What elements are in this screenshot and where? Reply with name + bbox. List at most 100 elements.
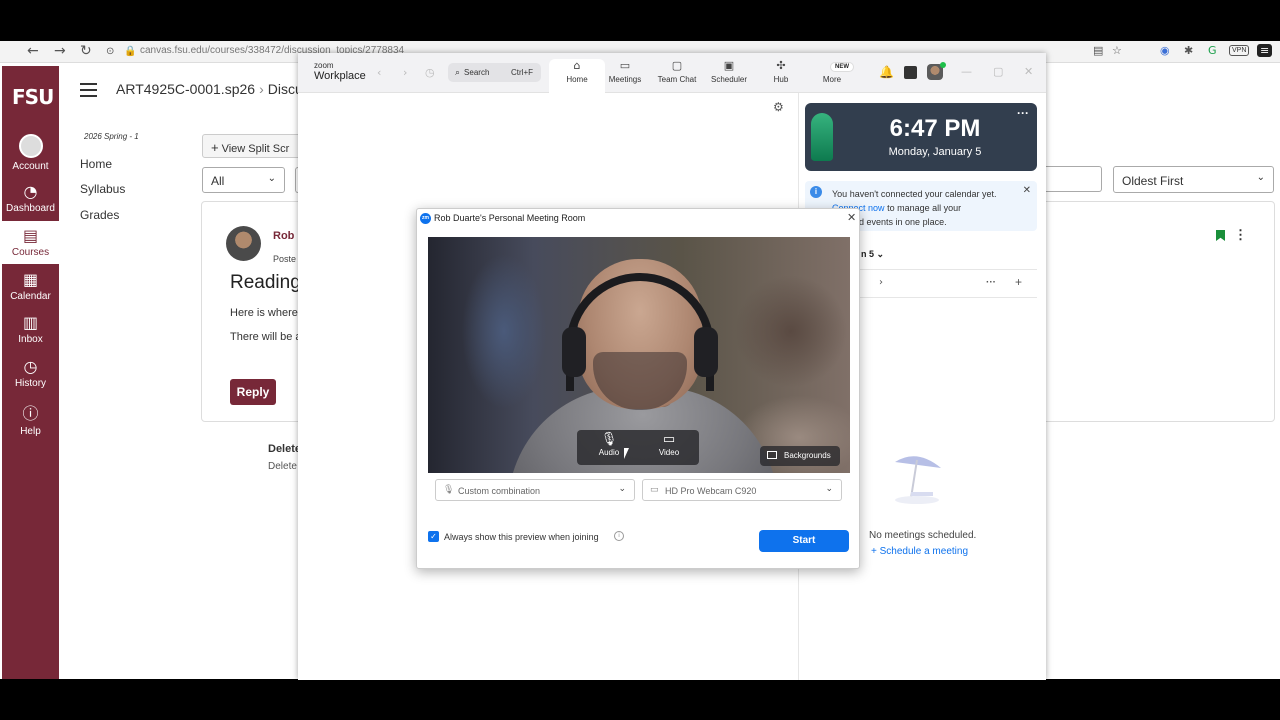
term-label: 2026 Spring - 1 [84,132,139,141]
start-button[interactable]: Start [759,530,849,552]
camera-select[interactable]: ▭ HD Pro Webcam C920 ⌄ [642,479,842,501]
account-avatar [18,134,43,158]
course-nav-grades[interactable]: Grades [80,208,119,222]
zoom-back-icon[interactable]: ‹ [377,66,381,79]
bookmark-star-icon[interactable]: ☆ [1112,44,1122,57]
zoom-search-input[interactable]: ⌕ Search Ctrl+F [448,63,541,82]
reader-icon[interactable]: ▤ [1093,44,1103,57]
zoom-forward-icon[interactable]: › [403,66,407,79]
author-avatar[interactable] [226,226,261,261]
nav-label: Help [20,426,41,437]
more-options-icon[interactable]: ··· [1017,106,1029,120]
zoom-history-icon[interactable]: ◷ [425,66,435,79]
presence-status-dot [940,62,946,68]
sort-value: Oldest First [1122,174,1184,188]
reply-button[interactable]: Reply [230,379,276,405]
inbox-icon: ▥ [22,313,39,332]
tab-meetings[interactable]: ▭ Meetings [597,59,653,93]
site-info-icon[interactable]: ⊙ [106,46,114,57]
tab-hub[interactable]: ✣ Hub [753,59,809,93]
vpn-badge[interactable]: VPN [1229,45,1250,56]
close-window-icon[interactable]: ✕ [1024,65,1033,78]
post-author[interactable]: Rob I [273,230,301,242]
filter-select[interactable]: All ⌄ [202,167,285,193]
video-preview: 🎙 Audio ▭ Video Backgrounds [428,237,850,473]
fsu-logo[interactable]: FSU [12,85,54,109]
tab-label: Hub [773,75,789,84]
tab-team-chat[interactable]: ▢ Team Chat [649,59,705,93]
forward-icon[interactable]: → [54,43,66,59]
nav-account[interactable]: Account [2,130,59,172]
schedule-meeting-link[interactable]: + Schedule a meeting [871,546,968,557]
screen: ← → ↻ ⊙ 🔒 canvas.fsu.edu/courses/338472/… [0,0,1280,720]
minimize-icon[interactable]: — [961,65,972,78]
info-icon[interactable]: i [614,531,624,541]
nav-dashboard[interactable]: ◔ Dashboard [2,178,59,218]
hub-icon: ✣ [776,59,786,72]
breadcrumb: ART4925C-0001.sp26 › Discuss [116,81,317,97]
breadcrumb-course[interactable]: ART4925C-0001.sp26 [116,81,255,97]
kebab-menu-icon[interactable]: ⋮ [1234,227,1247,243]
backgrounds-button[interactable]: Backgrounds [760,446,840,466]
gear-icon[interactable]: ⚙ [773,100,784,114]
nav-inbox[interactable]: ▥ Inbox [2,309,59,349]
view-split-screen-button[interactable]: + View Split Scr [202,134,312,158]
no-meetings-text: No meetings scheduled. [869,530,977,541]
new-badge: NEW [830,62,854,72]
nav-history[interactable]: ◷ History [2,353,59,393]
clock-time: 6:47 PM [889,115,981,142]
close-icon[interactable]: ✕ [847,211,856,224]
nav-help[interactable]: ⓘ Help [2,396,59,437]
headphone-cup [694,327,718,377]
view-split-label: View Split Scr [221,143,290,155]
plant-illustration [811,113,833,161]
course-nav-home[interactable]: Home [80,157,112,171]
post-title: Reading [230,272,301,293]
video-camera-icon: ▭ [662,432,676,447]
video-camera-icon: ▭ [650,485,659,495]
nav-label: Courses [11,247,50,258]
search-input-right-edge[interactable] [1040,166,1102,192]
meetings-icon: ▭ [619,59,631,72]
always-show-preview-checkbox[interactable]: ✓ [428,531,439,542]
mouse-cursor-icon [624,448,629,459]
nav-courses[interactable]: ▤ Courses [2,221,59,264]
audio-label: Audio [598,448,620,457]
reload-icon[interactable]: ↻ [80,43,92,59]
menu-icon[interactable]: ≡ [1257,44,1273,57]
zoom-titlebar: zoom Workplace ‹ › ◷ ⌕ Search Ctrl+F ⌂ Hom… [298,53,1046,93]
scheduler-icon: ▣ [723,59,735,72]
calendar-more-icon[interactable]: ··· [986,277,996,288]
microphone-select[interactable]: 🎙 Custom combination ⌄ [435,479,635,501]
back-icon[interactable]: ← [27,43,39,59]
notice-text: You haven't connected your calendar yet. [832,189,997,199]
microphone-icon: 🎙 [443,485,455,495]
close-icon[interactable]: ✕ [1023,185,1031,196]
hamburger-menu-icon[interactable] [80,83,97,97]
lock-icon: 🔒 [124,46,137,57]
video-button[interactable]: ▭ Video [643,432,695,457]
calendar-date-label[interactable]: n 5 ⌄ [861,249,884,260]
always-show-preview-label[interactable]: Always show this preview when joining [444,532,599,542]
search-icon: ⌕ [455,68,461,78]
umbrella-illustration [895,456,941,504]
microphone-icon: 🎙 [600,432,618,447]
chevron-right-icon[interactable]: › [879,277,883,288]
nav-calendar[interactable]: ▦ Calendar [2,266,59,306]
extension-icon[interactable]: ◉ [1160,44,1170,57]
sort-select[interactable]: Oldest First ⌄ [1113,166,1274,193]
notifications-bell-icon[interactable]: 🔔 [879,65,894,79]
breadcrumb-separator: › [259,81,264,97]
microphone-select-value: Custom combination [458,486,541,496]
tab-label: Scheduler [710,75,748,84]
course-nav-syllabus[interactable]: Syllabus [80,182,125,196]
grammar-extension-icon[interactable]: G [1208,44,1217,57]
extension-pin-icon[interactable]: ✱ [1184,44,1193,57]
maximize-icon[interactable]: ▢ [993,65,1003,78]
add-icon[interactable]: + [1015,275,1022,289]
tab-scheduler[interactable]: ▣ Scheduler [701,59,757,93]
apps-icon[interactable] [904,66,917,79]
search-shortcut: Ctrl+F [511,68,533,77]
backgrounds-icon [767,451,777,459]
nav-label: Inbox [18,334,43,345]
